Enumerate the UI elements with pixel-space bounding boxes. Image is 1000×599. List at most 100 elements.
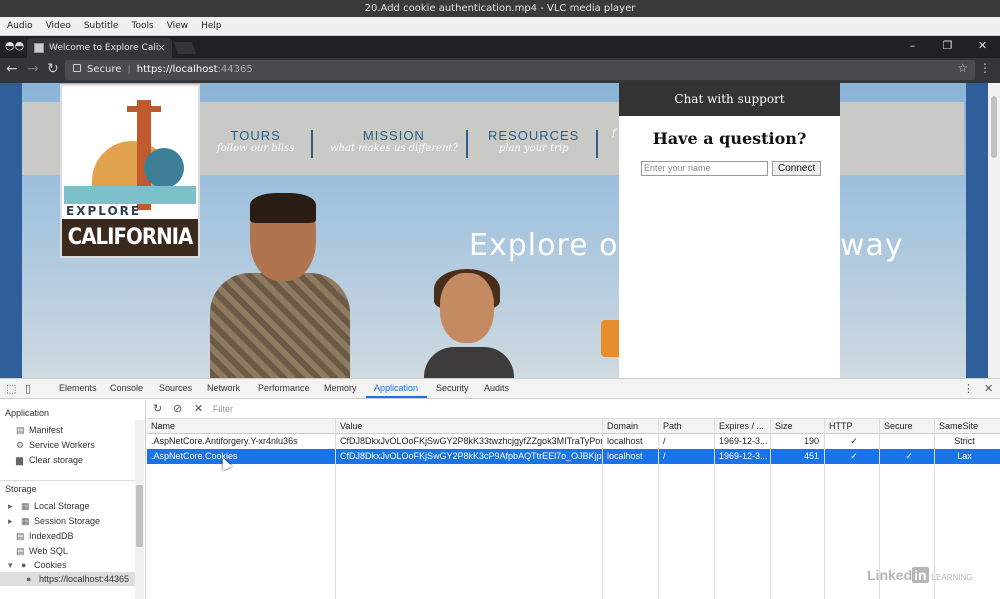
filter-input[interactable]: Filter bbox=[211, 402, 577, 416]
sidebar-item-manifest[interactable]: ▤ Manifest bbox=[16, 425, 63, 436]
nav-tours[interactable]: TOURS follow our bliss bbox=[217, 128, 294, 154]
linkedin-learning-watermark: Linked in LEARNING bbox=[867, 567, 973, 583]
tab-close-icon[interactable]: × bbox=[157, 38, 166, 58]
chat-name-input[interactable]: Enter your name bbox=[641, 161, 768, 176]
document-icon: ▤ bbox=[16, 425, 25, 435]
sidebar-scrollbar-thumb[interactable] bbox=[136, 485, 143, 547]
column-samesite[interactable]: SameSite bbox=[937, 419, 990, 434]
expand-arrow-icon[interactable]: ▸ bbox=[8, 501, 17, 512]
table-header: Name Value Domain Path Expires / ... Siz… bbox=[147, 419, 1000, 434]
favicon-icon bbox=[34, 43, 44, 53]
browser-toolbar: ← → ↻ Secure | https://localhost:44365 ☆ ⋮ bbox=[0, 58, 1000, 83]
column-domain[interactable]: Domain bbox=[605, 419, 658, 434]
sidebar-item-web-sql[interactable]: ▤ Web SQL bbox=[16, 546, 68, 557]
nav-mission-subtitle: what makes us different? bbox=[330, 143, 458, 154]
menu-subtitle[interactable]: Subtitle bbox=[84, 21, 119, 31]
back-icon[interactable]: ← bbox=[6, 61, 18, 77]
column-http[interactable]: HTTP bbox=[827, 419, 879, 434]
column-name[interactable]: Name bbox=[149, 419, 335, 434]
menu-audio[interactable]: Audio bbox=[7, 21, 33, 31]
inspect-element-icon[interactable]: ⬚ bbox=[6, 382, 16, 395]
menu-tools[interactable]: Tools bbox=[132, 21, 154, 31]
column-value[interactable]: Value bbox=[338, 419, 602, 434]
tab-elements[interactable]: Elements bbox=[59, 383, 97, 393]
tab-sources[interactable]: Sources bbox=[159, 383, 192, 393]
devtools-menu-icon[interactable]: ⋮ bbox=[963, 382, 974, 395]
sidebar-item-cookies[interactable]: ▾ ● Cookies bbox=[8, 560, 67, 571]
sidebar-item-local-storage[interactable]: ▸ ▦ Local Storage bbox=[8, 501, 90, 512]
devtools-close-icon[interactable]: ✕ bbox=[984, 382, 993, 395]
tab-application[interactable]: Application bbox=[374, 383, 418, 393]
cookie-size: 451 bbox=[803, 451, 819, 461]
nav-mission[interactable]: MISSION what makes us different? bbox=[330, 128, 458, 154]
nav-tours-subtitle: follow our bliss bbox=[217, 143, 295, 154]
menu-help[interactable]: Help bbox=[201, 21, 222, 31]
sidebar-scrollbar[interactable] bbox=[135, 420, 144, 599]
cookie-name: .AspNetCore.Antiforgery.Y-xr4nlu36s bbox=[151, 436, 298, 446]
cookie-icon: ● bbox=[21, 560, 27, 570]
tab-security[interactable]: Security bbox=[436, 383, 469, 393]
cookie-path: / bbox=[663, 436, 666, 446]
page-scrollbar[interactable] bbox=[988, 83, 1000, 378]
cookie-domain: localhost bbox=[607, 451, 643, 461]
menu-view[interactable]: View bbox=[167, 21, 188, 31]
table-row-selected[interactable]: .AspNetCore.Cookies CfDJ8DkxJvOLOoFKjSwG… bbox=[147, 449, 1000, 464]
logo-line2: CALIFORNIA bbox=[62, 219, 198, 256]
column-expires[interactable]: Expires / ... bbox=[717, 419, 770, 434]
table-row[interactable]: .AspNetCore.Antiforgery.Y-xr4nlu36s CfDJ… bbox=[147, 434, 1000, 449]
menu-video[interactable]: Video bbox=[46, 21, 71, 31]
tab-audits[interactable]: Audits bbox=[484, 383, 509, 393]
logo-line1: EXPLORE bbox=[66, 204, 142, 218]
chat-question: Have a question? bbox=[652, 129, 807, 148]
delete-selected-icon[interactable]: ✕ bbox=[194, 402, 203, 415]
nav-mission-title: MISSION bbox=[362, 128, 425, 143]
address-bar[interactable]: Secure | https://localhost:44365 bbox=[65, 60, 975, 80]
window-title: 20.Add cookie authentication.mp4 - VLC m… bbox=[0, 0, 1000, 17]
maximize-icon[interactable]: ❐ bbox=[930, 36, 965, 58]
database-icon: ▤ bbox=[16, 546, 25, 556]
connect-button[interactable]: Connect bbox=[772, 161, 822, 176]
cookie-http-check: ✓ bbox=[850, 436, 858, 446]
vlc-menu-bar: Audio Video Subtitle Tools View Help bbox=[0, 17, 1000, 36]
page-scrollbar-thumb[interactable] bbox=[991, 96, 997, 158]
tab-console[interactable]: Console bbox=[110, 383, 143, 393]
cookie-name: .AspNetCore.Cookies bbox=[151, 451, 238, 461]
browser-tab-strip: ◓◓ Welcome to Explore Cali × bbox=[0, 36, 1000, 58]
application-sidebar: Application ▤ Manifest ⚙ Service Workers ▆… bbox=[0, 400, 146, 599]
browser-menu-icon[interactable]: ⋮ bbox=[979, 61, 991, 75]
bookmark-star-icon[interactable]: ☆ bbox=[957, 61, 968, 75]
nav-resources[interactable]: RESOURCES plan your trip bbox=[488, 128, 579, 154]
collapse-arrow-icon[interactable]: ▾ bbox=[8, 560, 17, 571]
tab-title: Welcome to Explore Cali bbox=[49, 43, 159, 53]
sidebar-item-cookie-origin[interactable]: ● https://localhost:44365 bbox=[26, 574, 129, 584]
expand-arrow-icon[interactable]: ▸ bbox=[8, 516, 17, 527]
forward-icon[interactable]: → bbox=[27, 61, 39, 77]
nav-partial[interactable]: f bbox=[612, 128, 616, 139]
column-path[interactable]: Path bbox=[661, 419, 714, 434]
browser-tab[interactable]: Welcome to Explore Cali × bbox=[27, 38, 172, 58]
screen: 20.Add cookie authentication.mp4 - VLC m… bbox=[0, 0, 1000, 599]
refresh-icon[interactable]: ↻ bbox=[153, 402, 162, 415]
sidebar-item-indexeddb[interactable]: ▤ IndexedDB bbox=[16, 531, 74, 542]
devtools-panel: ⬚ ▯ Elements Console Sources Network Per… bbox=[0, 378, 1000, 599]
sidebar-item-session-storage[interactable]: ▸ ▦ Session Storage bbox=[8, 516, 100, 527]
device-toolbar-icon[interactable]: ▯ bbox=[25, 382, 31, 395]
column-size[interactable]: Size bbox=[773, 419, 822, 434]
tab-network[interactable]: Network bbox=[207, 383, 240, 393]
lock-icon bbox=[73, 64, 81, 72]
column-secure[interactable]: Secure bbox=[882, 419, 934, 434]
tab-performance[interactable]: Performance bbox=[258, 383, 310, 393]
close-window-icon[interactable]: ✕ bbox=[965, 36, 1000, 58]
gear-icon: ⚙ bbox=[16, 440, 25, 450]
minimize-icon[interactable]: – bbox=[895, 36, 930, 58]
sidebar-item-clear-storage[interactable]: ▆ Clear storage bbox=[16, 455, 83, 466]
cookie-value: CfDJ8DkxJvOLOoFKjSwGY2P8kK3cP9AfpbAQTtrE… bbox=[340, 451, 602, 461]
reload-icon[interactable]: ↻ bbox=[47, 61, 59, 77]
explore-california-logo[interactable]: EXPLORE CALIFORNIA bbox=[60, 84, 200, 258]
url-port: :44365 bbox=[217, 64, 253, 75]
sidebar-item-service-workers[interactable]: ⚙ Service Workers bbox=[16, 440, 95, 451]
new-tab-button[interactable] bbox=[173, 42, 197, 54]
tab-memory[interactable]: Memory bbox=[324, 383, 357, 393]
clear-all-icon[interactable]: ⊘ bbox=[173, 402, 182, 415]
hero-headline-end: way bbox=[840, 228, 904, 263]
